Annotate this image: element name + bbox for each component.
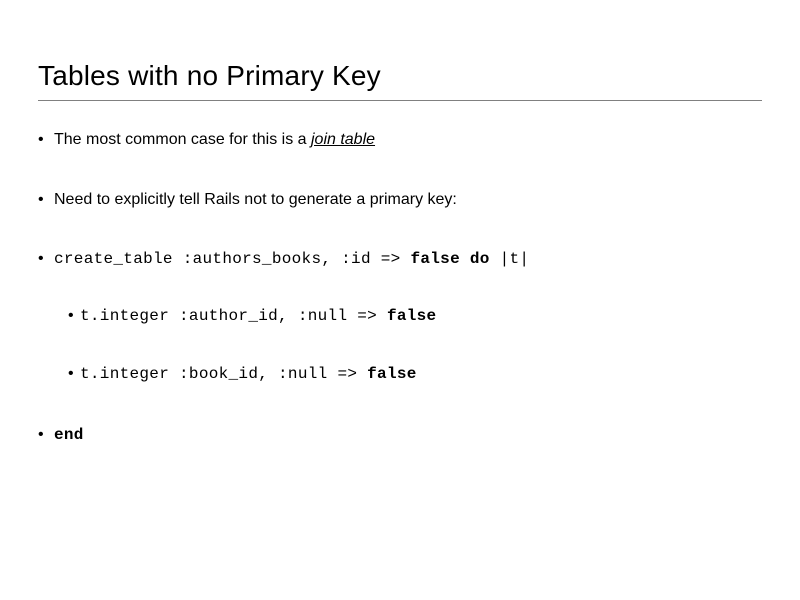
slide-title: Tables with no Primary Key — [38, 60, 762, 92]
bullet-item: The most common case for this is a join … — [38, 129, 762, 151]
emphasized-text: join table — [311, 131, 375, 148]
text: The most common case for this is a — [54, 131, 311, 148]
keyword-false: false — [410, 250, 460, 268]
nested-bullet-list: t.integer :author_id, :null => false t.i… — [68, 305, 762, 386]
bullet-item: t.integer :book_id, :null => false — [68, 363, 762, 386]
code-text: t.integer :book_id, :null => — [80, 365, 367, 383]
keyword-false: false — [367, 365, 417, 383]
bullet-item: end — [38, 424, 762, 447]
code-text: |t| — [490, 250, 530, 268]
code-text: create_table :authors_books, :id => — [54, 250, 410, 268]
bullet-list: The most common case for this is a join … — [38, 129, 762, 447]
keyword-do: do — [470, 250, 490, 268]
title-divider — [38, 100, 762, 101]
keyword-end: end — [54, 426, 84, 444]
bullet-item: create_table :authors_books, :id => fals… — [38, 248, 762, 386]
text: Need to explicitly tell Rails not to gen… — [54, 191, 457, 208]
slide: Tables with no Primary Key The most comm… — [0, 0, 800, 447]
bullet-item: t.integer :author_id, :null => false — [68, 305, 762, 328]
bullet-item: Need to explicitly tell Rails not to gen… — [38, 189, 762, 211]
code-text — [460, 250, 470, 268]
keyword-false: false — [387, 307, 437, 325]
code-text: t.integer :author_id, :null => — [80, 307, 387, 325]
